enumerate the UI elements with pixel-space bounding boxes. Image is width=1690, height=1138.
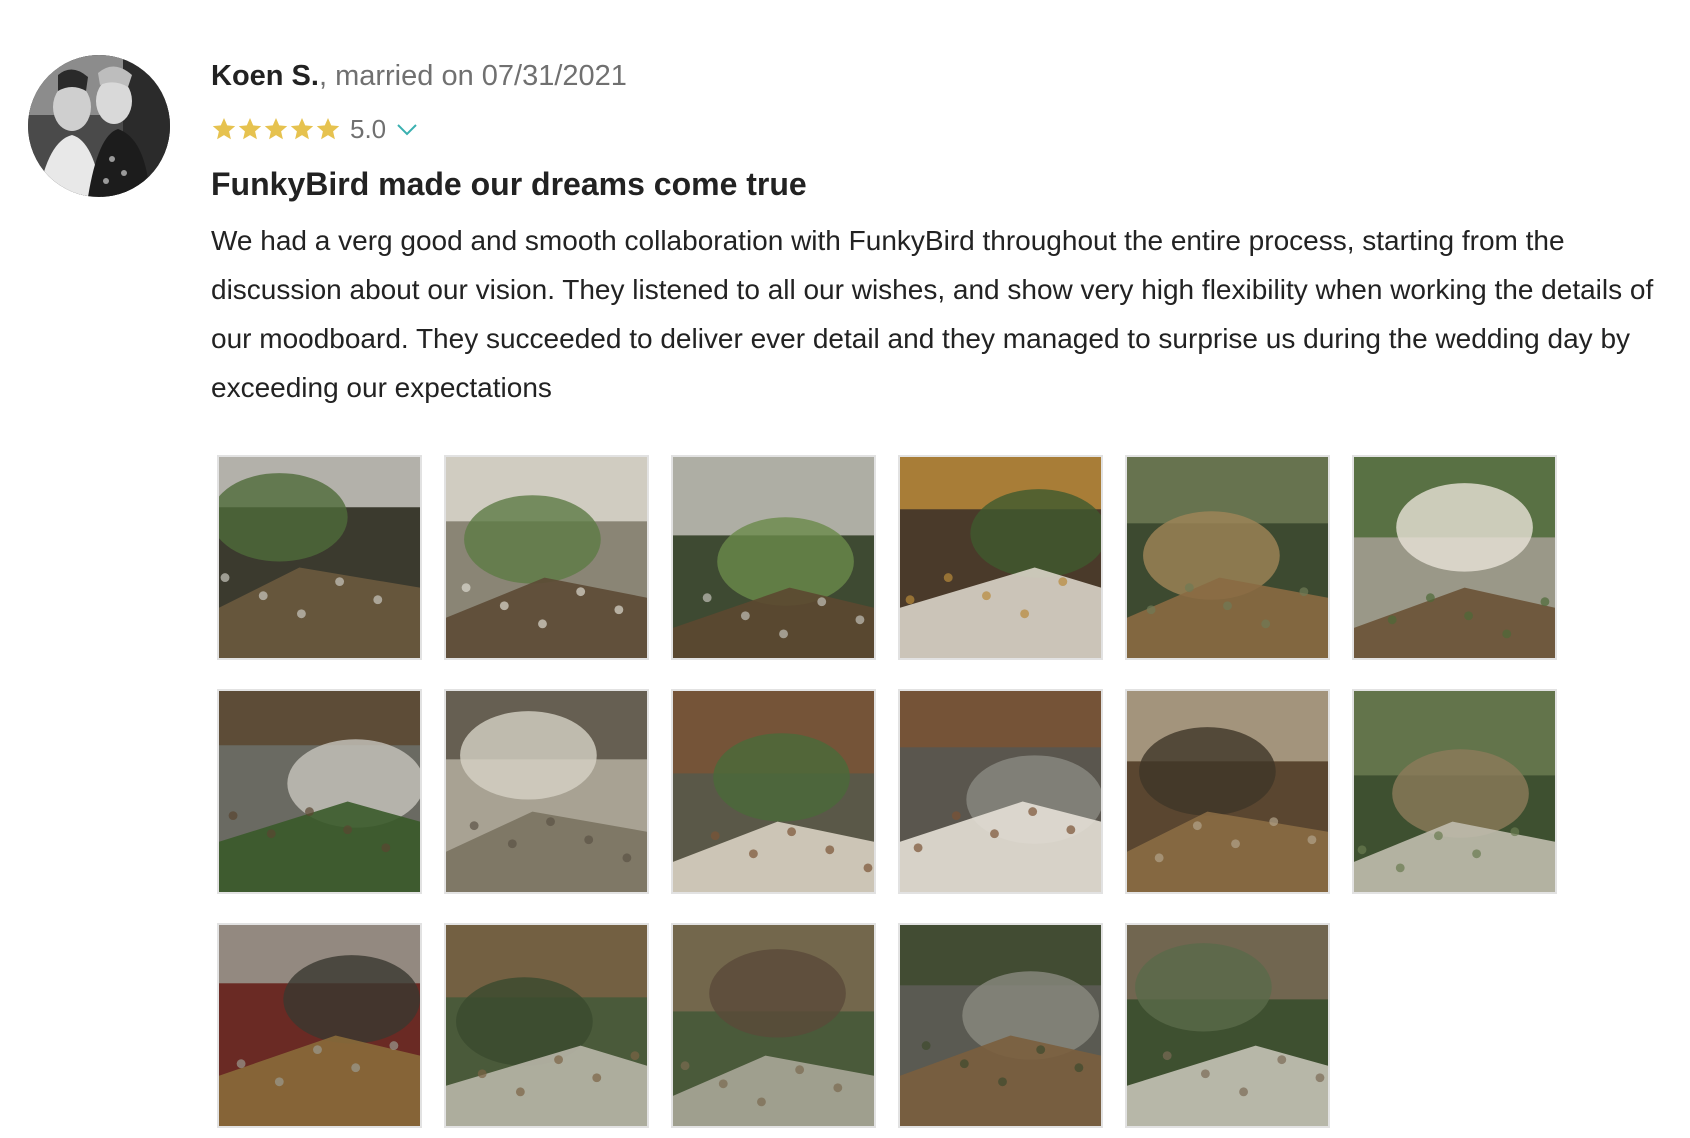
author-name[interactable]: Koen S. xyxy=(211,60,319,92)
photo-image xyxy=(219,457,420,658)
photo-image xyxy=(1127,925,1328,1126)
photo-image xyxy=(1354,691,1555,892)
photo-thumbnail[interactable] xyxy=(671,923,876,1128)
photo-thumbnail[interactable] xyxy=(1125,689,1330,894)
review-body: We had a verg good and smooth collaborat… xyxy=(211,225,1654,403)
review-content: Koen S., married on 07/31/2021 5.0 Funky… xyxy=(211,50,1671,412)
photo-thumbnail[interactable] xyxy=(217,455,422,660)
rating: 5.0 xyxy=(211,114,1671,144)
photo-thumbnail[interactable] xyxy=(1352,689,1557,894)
photo-image xyxy=(673,457,874,658)
married-date: , married on 07/31/2021 xyxy=(318,60,627,92)
photo-image xyxy=(673,691,874,892)
photo-image xyxy=(1127,691,1328,892)
review-meta: Koen S., married on 07/31/2021 xyxy=(211,58,1671,94)
photo-thumbnail[interactable] xyxy=(671,689,876,894)
photo-thumbnail[interactable] xyxy=(444,455,649,660)
photo-image xyxy=(446,457,647,658)
photo-image xyxy=(900,691,1101,892)
photo-image xyxy=(1354,457,1555,658)
photo-thumbnail[interactable] xyxy=(217,923,422,1128)
avatar[interactable] xyxy=(28,55,170,197)
photo-image xyxy=(219,925,420,1126)
photo-image xyxy=(1127,457,1328,658)
photo-thumbnail[interactable] xyxy=(1352,455,1557,660)
photo-thumbnail[interactable] xyxy=(217,689,422,894)
chevron-down-icon[interactable] xyxy=(394,116,420,142)
star-icon xyxy=(238,118,262,140)
photo-thumbnail[interactable] xyxy=(1125,923,1330,1128)
photo-image xyxy=(673,925,874,1126)
photo-thumbnail[interactable] xyxy=(444,923,649,1128)
photo-thumbnail[interactable] xyxy=(898,455,1103,660)
photo-thumbnail[interactable] xyxy=(898,923,1103,1128)
photo-image xyxy=(446,691,647,892)
star-icon xyxy=(212,118,236,140)
star-icon xyxy=(290,118,314,140)
photo-thumbnail[interactable] xyxy=(898,689,1103,894)
photo-thumbnail[interactable] xyxy=(671,455,876,660)
photo-image xyxy=(900,925,1101,1126)
photo-thumbnail[interactable] xyxy=(444,689,649,894)
star-rating xyxy=(211,116,341,142)
rating-value: 5.0 xyxy=(350,114,387,144)
star-icon xyxy=(264,118,288,140)
photo-gallery xyxy=(217,455,1557,1128)
star-icon xyxy=(316,118,340,140)
photo-thumbnail[interactable] xyxy=(1125,455,1330,660)
photo-image xyxy=(900,457,1101,658)
review-title: FunkyBird made our dreams come true xyxy=(211,166,807,202)
photo-image xyxy=(446,925,647,1126)
photo-image xyxy=(219,691,420,892)
